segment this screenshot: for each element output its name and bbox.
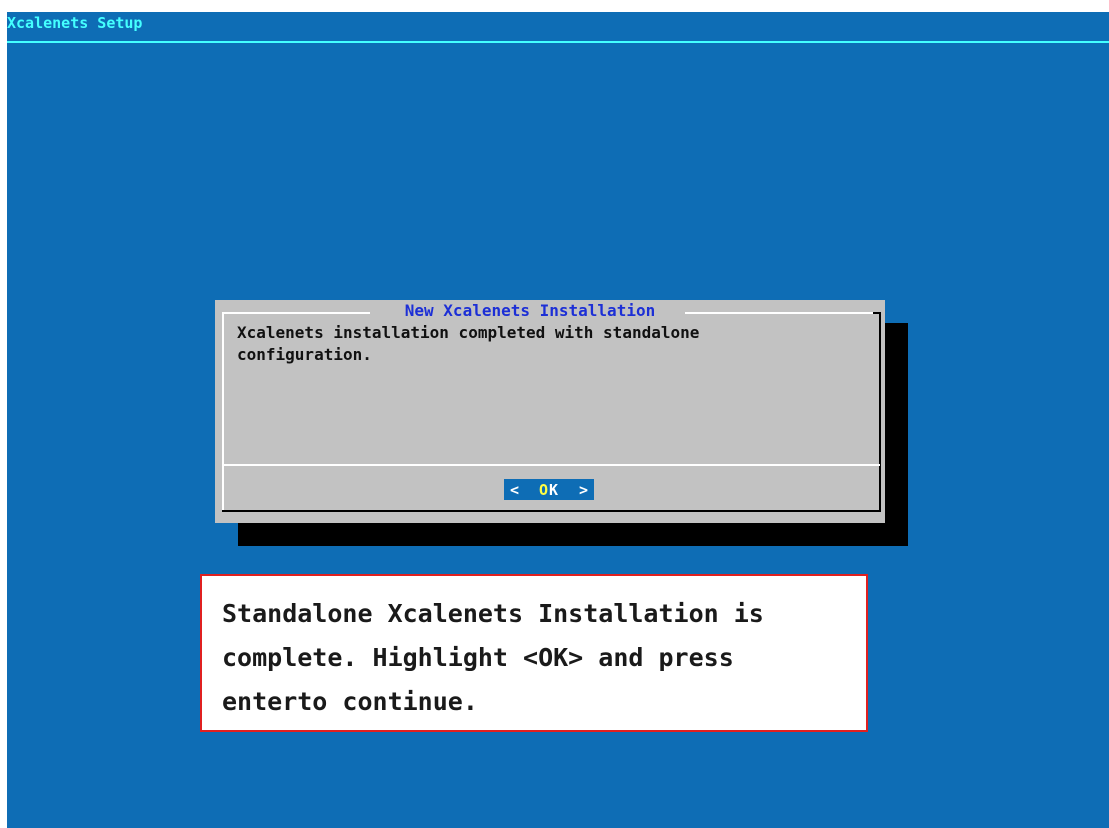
ok-button-label: OK bbox=[539, 481, 559, 499]
ok-button-label-rest: K bbox=[549, 480, 560, 499]
dialog-frame-bottom bbox=[222, 510, 880, 512]
installation-dialog: New Xcalenets Installation Xcalenets ins… bbox=[215, 300, 885, 523]
dialog-frame-top-left bbox=[222, 312, 370, 314]
ok-button[interactable]: < OK > bbox=[504, 479, 594, 500]
dialog-frame-right bbox=[879, 312, 881, 512]
backtitle-divider bbox=[7, 41, 1109, 43]
ok-button-hotkey: O bbox=[538, 480, 549, 499]
dialog-frame-top-right bbox=[685, 312, 873, 314]
instruction-callout: Standalone Xcalenets Installation is com… bbox=[200, 574, 868, 732]
ok-button-left-bracket: < bbox=[510, 480, 520, 499]
callout-text: Standalone Xcalenets Installation is com… bbox=[222, 599, 764, 716]
setup-screen: Xcalenets Setup New Xcalenets Installati… bbox=[7, 12, 1109, 828]
ok-button-right-bracket: > bbox=[578, 480, 588, 499]
backtitle: Xcalenets Setup bbox=[7, 14, 143, 32]
dialog-button-separator bbox=[222, 464, 880, 466]
dialog-frame-left bbox=[222, 312, 224, 512]
dialog-message: Xcalenets installation completed with st… bbox=[237, 323, 700, 364]
dialog-title: New Xcalenets Installation bbox=[404, 301, 656, 320]
